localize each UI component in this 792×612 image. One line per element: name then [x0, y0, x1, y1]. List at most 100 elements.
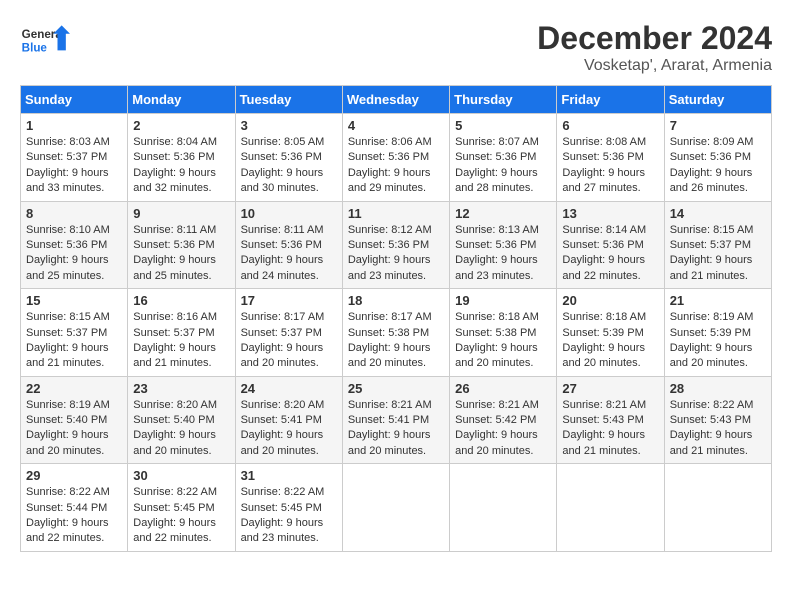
daylight-label: Daylight: 9 hours and 32 minutes.	[133, 167, 216, 194]
day-of-week-header: Saturday	[664, 86, 771, 114]
day-number: 9	[133, 206, 229, 221]
sunset-label: Sunset: 5:37 PM	[241, 327, 322, 339]
sunset-label: Sunset: 5:36 PM	[348, 239, 429, 251]
sunset-label: Sunset: 5:36 PM	[133, 151, 214, 163]
calendar-week-row: 22 Sunrise: 8:19 AM Sunset: 5:40 PM Dayl…	[21, 376, 772, 464]
day-number: 7	[670, 118, 766, 133]
calendar-cell: 20 Sunrise: 8:18 AM Sunset: 5:39 PM Dayl…	[557, 289, 664, 377]
sunset-label: Sunset: 5:37 PM	[133, 327, 214, 339]
calendar-cell: 5 Sunrise: 8:07 AM Sunset: 5:36 PM Dayli…	[450, 114, 557, 202]
calendar-week-row: 1 Sunrise: 8:03 AM Sunset: 5:37 PM Dayli…	[21, 114, 772, 202]
sunrise-label: Sunrise: 8:15 AM	[26, 311, 110, 323]
daylight-label: Daylight: 9 hours and 21 minutes.	[133, 342, 216, 369]
day-info: Sunrise: 8:14 AM Sunset: 5:36 PM Dayligh…	[562, 223, 658, 285]
day-info: Sunrise: 8:22 AM Sunset: 5:44 PM Dayligh…	[26, 485, 122, 547]
daylight-label: Daylight: 9 hours and 22 minutes.	[26, 517, 109, 544]
sunrise-label: Sunrise: 8:22 AM	[670, 399, 754, 411]
sunrise-label: Sunrise: 8:14 AM	[562, 224, 646, 236]
sunset-label: Sunset: 5:37 PM	[26, 327, 107, 339]
daylight-label: Daylight: 9 hours and 26 minutes.	[670, 167, 753, 194]
calendar-cell: 30 Sunrise: 8:22 AM Sunset: 5:45 PM Dayl…	[128, 464, 235, 552]
day-number: 30	[133, 468, 229, 483]
sunrise-label: Sunrise: 8:22 AM	[241, 486, 325, 498]
daylight-label: Daylight: 9 hours and 21 minutes.	[670, 429, 753, 456]
sunrise-label: Sunrise: 8:21 AM	[562, 399, 646, 411]
sunrise-label: Sunrise: 8:16 AM	[133, 311, 217, 323]
calendar-cell: 17 Sunrise: 8:17 AM Sunset: 5:37 PM Dayl…	[235, 289, 342, 377]
calendar-cell: 4 Sunrise: 8:06 AM Sunset: 5:36 PM Dayli…	[342, 114, 449, 202]
day-info: Sunrise: 8:06 AM Sunset: 5:36 PM Dayligh…	[348, 135, 444, 197]
sunrise-label: Sunrise: 8:18 AM	[455, 311, 539, 323]
sunrise-label: Sunrise: 8:11 AM	[133, 224, 216, 236]
day-number: 3	[241, 118, 337, 133]
sunset-label: Sunset: 5:37 PM	[670, 239, 751, 251]
sunset-label: Sunset: 5:36 PM	[348, 151, 429, 163]
sunrise-label: Sunrise: 8:20 AM	[241, 399, 325, 411]
day-info: Sunrise: 8:07 AM Sunset: 5:36 PM Dayligh…	[455, 135, 551, 197]
day-number: 22	[26, 381, 122, 396]
sunset-label: Sunset: 5:40 PM	[26, 414, 107, 426]
logo: General Blue	[20, 20, 75, 60]
day-number: 17	[241, 293, 337, 308]
daylight-label: Daylight: 9 hours and 23 minutes.	[241, 517, 324, 544]
day-number: 12	[455, 206, 551, 221]
sunrise-label: Sunrise: 8:19 AM	[670, 311, 754, 323]
calendar-cell: 12 Sunrise: 8:13 AM Sunset: 5:36 PM Dayl…	[450, 201, 557, 289]
day-info: Sunrise: 8:16 AM Sunset: 5:37 PM Dayligh…	[133, 310, 229, 372]
day-info: Sunrise: 8:04 AM Sunset: 5:36 PM Dayligh…	[133, 135, 229, 197]
calendar-cell: 23 Sunrise: 8:20 AM Sunset: 5:40 PM Dayl…	[128, 376, 235, 464]
day-of-week-header: Friday	[557, 86, 664, 114]
daylight-label: Daylight: 9 hours and 24 minutes.	[241, 254, 324, 281]
day-info: Sunrise: 8:21 AM Sunset: 5:42 PM Dayligh…	[455, 398, 551, 460]
day-number: 6	[562, 118, 658, 133]
calendar-cell: 9 Sunrise: 8:11 AM Sunset: 5:36 PM Dayli…	[128, 201, 235, 289]
calendar-cell: 10 Sunrise: 8:11 AM Sunset: 5:36 PM Dayl…	[235, 201, 342, 289]
calendar-cell: 8 Sunrise: 8:10 AM Sunset: 5:36 PM Dayli…	[21, 201, 128, 289]
sunrise-label: Sunrise: 8:09 AM	[670, 136, 754, 148]
sunset-label: Sunset: 5:45 PM	[133, 502, 214, 514]
svg-text:Blue: Blue	[22, 41, 48, 54]
sunrise-label: Sunrise: 8:13 AM	[455, 224, 539, 236]
day-number: 1	[26, 118, 122, 133]
daylight-label: Daylight: 9 hours and 25 minutes.	[26, 254, 109, 281]
sunset-label: Sunset: 5:45 PM	[241, 502, 322, 514]
day-number: 18	[348, 293, 444, 308]
day-of-week-header: Sunday	[21, 86, 128, 114]
calendar-cell: 13 Sunrise: 8:14 AM Sunset: 5:36 PM Dayl…	[557, 201, 664, 289]
day-info: Sunrise: 8:09 AM Sunset: 5:36 PM Dayligh…	[670, 135, 766, 197]
calendar-cell: 25 Sunrise: 8:21 AM Sunset: 5:41 PM Dayl…	[342, 376, 449, 464]
day-info: Sunrise: 8:19 AM Sunset: 5:40 PM Dayligh…	[26, 398, 122, 460]
day-number: 23	[133, 381, 229, 396]
sunrise-label: Sunrise: 8:18 AM	[562, 311, 646, 323]
sunrise-label: Sunrise: 8:20 AM	[133, 399, 217, 411]
day-info: Sunrise: 8:19 AM Sunset: 5:39 PM Dayligh…	[670, 310, 766, 372]
sunset-label: Sunset: 5:41 PM	[348, 414, 429, 426]
day-info: Sunrise: 8:08 AM Sunset: 5:36 PM Dayligh…	[562, 135, 658, 197]
day-number: 13	[562, 206, 658, 221]
daylight-label: Daylight: 9 hours and 20 minutes.	[241, 342, 324, 369]
day-info: Sunrise: 8:22 AM Sunset: 5:45 PM Dayligh…	[133, 485, 229, 547]
day-number: 25	[348, 381, 444, 396]
sunrise-label: Sunrise: 8:21 AM	[455, 399, 539, 411]
sunrise-label: Sunrise: 8:22 AM	[133, 486, 217, 498]
daylight-label: Daylight: 9 hours and 20 minutes.	[562, 342, 645, 369]
calendar-cell: 29 Sunrise: 8:22 AM Sunset: 5:44 PM Dayl…	[21, 464, 128, 552]
daylight-label: Daylight: 9 hours and 20 minutes.	[26, 429, 109, 456]
day-number: 4	[348, 118, 444, 133]
day-info: Sunrise: 8:15 AM Sunset: 5:37 PM Dayligh…	[670, 223, 766, 285]
sunrise-label: Sunrise: 8:08 AM	[562, 136, 646, 148]
calendar-cell: 1 Sunrise: 8:03 AM Sunset: 5:37 PM Dayli…	[21, 114, 128, 202]
day-number: 16	[133, 293, 229, 308]
day-of-week-header: Tuesday	[235, 86, 342, 114]
calendar-week-row: 29 Sunrise: 8:22 AM Sunset: 5:44 PM Dayl…	[21, 464, 772, 552]
sunset-label: Sunset: 5:37 PM	[26, 151, 107, 163]
daylight-label: Daylight: 9 hours and 20 minutes.	[670, 342, 753, 369]
sunrise-label: Sunrise: 8:21 AM	[348, 399, 432, 411]
sunset-label: Sunset: 5:36 PM	[133, 239, 214, 251]
daylight-label: Daylight: 9 hours and 20 minutes.	[348, 342, 431, 369]
day-info: Sunrise: 8:17 AM Sunset: 5:37 PM Dayligh…	[241, 310, 337, 372]
daylight-label: Daylight: 9 hours and 23 minutes.	[455, 254, 538, 281]
sunset-label: Sunset: 5:36 PM	[26, 239, 107, 251]
sunset-label: Sunset: 5:36 PM	[455, 151, 536, 163]
sunset-label: Sunset: 5:36 PM	[241, 151, 322, 163]
